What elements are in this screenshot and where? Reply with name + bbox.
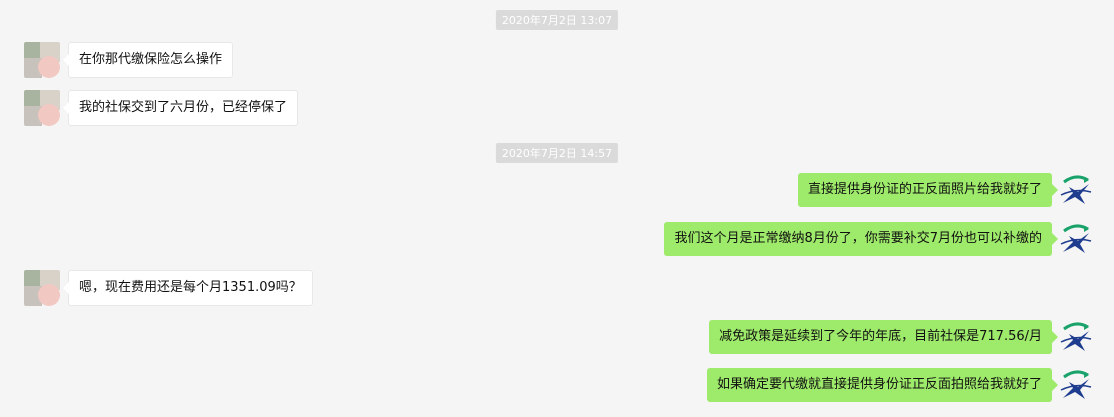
contact-avatar[interactable] [24, 90, 60, 126]
message-row: 直接提供身份证的正反面照片给我就好了 [0, 173, 1114, 209]
outgoing-message-bubble[interactable]: 如果确定要代缴就直接提供身份证正反面拍照给我就好了 [706, 368, 1059, 402]
message-row: 在你那代缴保险怎么操作 [0, 42, 1114, 78]
message-row: 我的社保交到了六月份，已经停保了 [0, 90, 1114, 126]
message-row: 如果确定要代缴就直接提供身份证正反面拍照给我就好了 [0, 368, 1114, 404]
contact-avatar[interactable] [24, 270, 60, 306]
message-row: 我们这个月是正常缴纳8月份了，你需要补交7月份也可以补缴的 [0, 222, 1114, 258]
company-logo-avatar-icon[interactable] [1058, 368, 1094, 404]
company-logo-avatar-icon[interactable] [1058, 173, 1094, 209]
incoming-message-bubble[interactable]: 嗯，现在费用还是每个月1351.09吗？ [63, 270, 313, 306]
timestamp-divider: 2020年7月2日 14:57 [495, 143, 619, 163]
contact-avatar[interactable] [24, 42, 60, 78]
incoming-message-bubble[interactable]: 我的社保交到了六月份，已经停保了 [62, 90, 299, 126]
company-logo-avatar-icon[interactable] [1058, 222, 1094, 258]
timestamp-divider: 2020年7月2日 13:07 [495, 10, 619, 30]
company-logo-avatar-icon[interactable] [1058, 320, 1094, 356]
message-row: 嗯，现在费用还是每个月1351.09吗？ [0, 270, 1114, 306]
outgoing-message-bubble[interactable]: 直接提供身份证的正反面照片给我就好了 [797, 173, 1059, 207]
outgoing-message-bubble[interactable]: 我们这个月是正常缴纳8月份了，你需要补交7月份也可以补缴的 [664, 222, 1058, 256]
outgoing-message-bubble[interactable]: 减免政策是延续到了今年的年底，目前社保是717.56/月 [709, 320, 1058, 354]
incoming-message-bubble[interactable]: 在你那代缴保险怎么操作 [62, 42, 234, 78]
message-row: 减免政策是延续到了今年的年底，目前社保是717.56/月 [0, 320, 1114, 356]
